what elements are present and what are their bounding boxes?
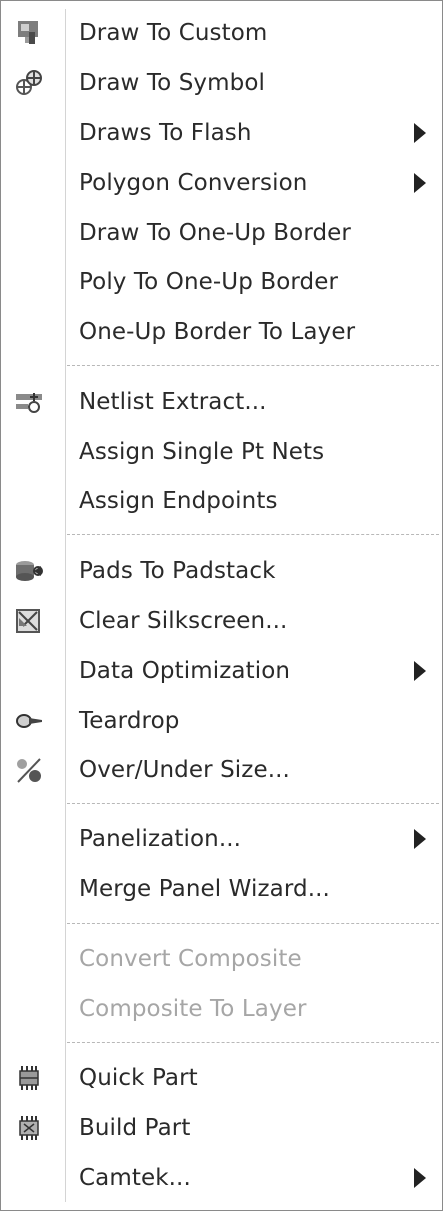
menu-item-pads-to-padstack[interactable]: Pads To Padstack <box>1 546 442 596</box>
menu-item-label: Composite To Layer <box>79 996 307 1022</box>
submenu-arrow-icon <box>414 829 426 849</box>
menu-item-merge-panel-wizard[interactable]: Merge Panel Wizard... <box>1 864 442 914</box>
menu-item-label: Draw To One-Up Border <box>79 220 351 246</box>
submenu-arrow-icon <box>414 1168 426 1188</box>
menu-item-draw-to-custom[interactable]: Draw To Custom <box>1 8 442 58</box>
menu-item-label: Teardrop <box>79 708 180 734</box>
menu-item-label: Poly To One-Up Border <box>79 269 339 295</box>
quick-part-icon <box>14 1063 44 1093</box>
menu-item-draw-to-one-up-border[interactable]: Draw To One-Up Border <box>1 208 442 258</box>
menu-item-draws-to-flash[interactable]: Draws To Flash <box>1 108 442 158</box>
context-menu: Draw To Custom Draw To Symbol Draws To F… <box>0 0 443 1211</box>
draw-to-symbol-icon <box>14 68 44 98</box>
menu-item-label: Clear Silkscreen... <box>79 608 288 634</box>
menu-item-label: Panelization... <box>79 826 242 852</box>
menu-separator <box>67 1042 439 1043</box>
menu-item-label: Quick Part <box>79 1065 198 1091</box>
menu-item-label: One-Up Border To Layer <box>79 319 356 345</box>
menu-item-label: Camtek... <box>79 1165 191 1191</box>
over-under-size-icon <box>14 755 44 785</box>
submenu-arrow-icon <box>414 173 426 193</box>
menu-item-assign-endpoints[interactable]: Assign Endpoints <box>1 476 442 526</box>
menu-item-camtek[interactable]: Camtek... <box>1 1153 442 1203</box>
menu-item-over-under-size[interactable]: Over/Under Size... <box>1 745 442 795</box>
clear-silkscreen-icon <box>14 606 44 636</box>
menu-item-label: Draw To Symbol <box>79 70 265 96</box>
menu-item-label: Draw To Custom <box>79 20 268 46</box>
menu-item-quick-part[interactable]: Quick Part <box>1 1053 442 1103</box>
menu-item-poly-to-one-up-border[interactable]: Poly To One-Up Border <box>1 257 442 307</box>
draw-to-custom-icon <box>14 18 44 48</box>
menu-separator <box>67 923 439 924</box>
menu-item-label: Merge Panel Wizard... <box>79 876 330 902</box>
menu-separator <box>67 365 439 366</box>
submenu-arrow-icon <box>414 661 426 681</box>
menu-item-draw-to-symbol[interactable]: Draw To Symbol <box>1 58 442 108</box>
menu-item-label: Netlist Extract... <box>79 389 267 415</box>
menu-item-label: Assign Endpoints <box>79 488 278 514</box>
menu-item-label: Assign Single Pt Nets <box>79 439 325 465</box>
menu-item-data-optimization[interactable]: Data Optimization <box>1 646 442 696</box>
menu-item-netlist-extract[interactable]: Netlist Extract... <box>1 377 442 427</box>
menu-separator <box>67 534 439 535</box>
menu-item-build-part[interactable]: Build Part <box>1 1103 442 1153</box>
pads-to-padstack-icon <box>14 556 44 586</box>
menu-item-clear-silkscreen[interactable]: Clear Silkscreen... <box>1 596 442 646</box>
menu-separator <box>67 803 439 804</box>
menu-item-composite-to-layer: Composite To Layer <box>1 984 442 1034</box>
menu-item-polygon-conversion[interactable]: Polygon Conversion <box>1 158 442 208</box>
menu-item-convert-composite: Convert Composite <box>1 934 442 984</box>
menu-item-label: Convert Composite <box>79 946 302 972</box>
menu-item-label: Build Part <box>79 1115 191 1141</box>
teardrop-icon <box>14 706 44 736</box>
menu-item-label: Polygon Conversion <box>79 170 308 196</box>
menu-item-teardrop[interactable]: Teardrop <box>1 696 442 746</box>
menu-item-label: Pads To Padstack <box>79 558 276 584</box>
menu-item-assign-single-pt-nets[interactable]: Assign Single Pt Nets <box>1 427 442 477</box>
build-part-icon <box>14 1113 44 1143</box>
menu-item-panelization[interactable]: Panelization... <box>1 814 442 864</box>
netlist-extract-icon <box>14 387 44 417</box>
menu-item-label: Draws To Flash <box>79 120 252 146</box>
menu-item-label: Over/Under Size... <box>79 757 290 783</box>
menu-item-label: Data Optimization <box>79 658 291 684</box>
menu-item-one-up-border-to-layer[interactable]: One-Up Border To Layer <box>1 307 442 357</box>
submenu-arrow-icon <box>414 123 426 143</box>
